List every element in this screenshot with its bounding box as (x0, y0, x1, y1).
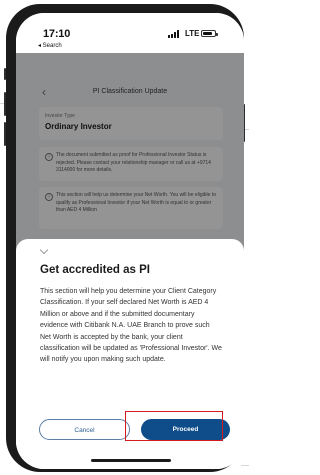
phone-frame: 17:10 ◂ Search LTE ‹ PI Classification U… (6, 4, 244, 472)
back-to-search-link[interactable]: ◂ Search (38, 42, 62, 49)
screenshot-stage: 17:10 ◂ Search LTE ‹ PI Classification U… (0, 0, 249, 475)
chevron-down-icon[interactable] (39, 245, 49, 255)
status-bar: 17:10 ◂ Search LTE (16, 13, 244, 53)
proceed-highlight-box (125, 411, 223, 441)
status-time: 17:10 (43, 28, 71, 40)
cancel-button[interactable]: Cancel (39, 419, 130, 440)
sheet-title: Get accredited as PI (40, 264, 150, 276)
signal-icon (168, 30, 182, 38)
battery-icon (201, 30, 218, 37)
network-type: LTE (185, 29, 200, 38)
home-indicator (91, 459, 171, 462)
sheet-description: This section will help you determine you… (40, 288, 222, 364)
phone-screen: 17:10 ◂ Search LTE ‹ PI Classification U… (16, 13, 244, 469)
